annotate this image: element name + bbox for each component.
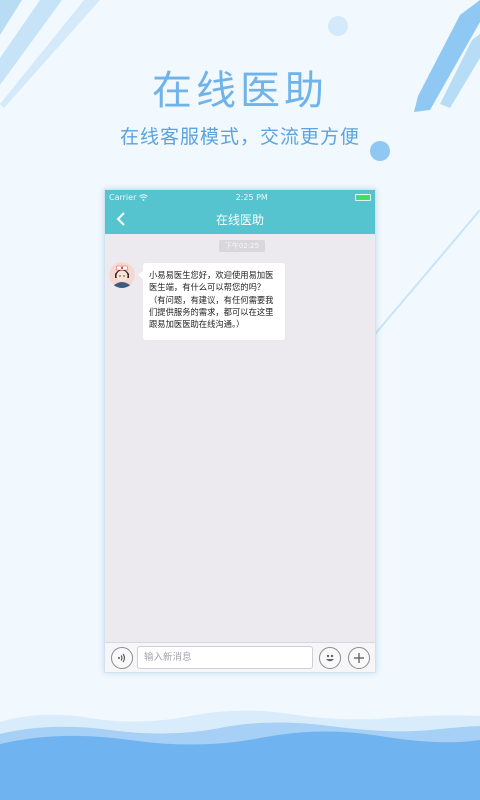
decor-dot-top [328,16,348,36]
decor-right-line [370,210,480,341]
hero-title: 在线医助 [152,68,328,114]
hero-subtitle: 在线客服模式，交流更方便 [119,126,360,148]
plus-icon [354,653,364,663]
message-input[interactable] [137,646,313,669]
chat-timestamp: 下午02:25 [219,240,265,252]
status-bar: Carrier 2:25 PM [105,190,375,204]
voice-button[interactable] [111,647,133,669]
nav-title: 在线医助 [215,212,264,227]
chevron-left-icon [116,212,125,226]
add-button[interactable] [348,647,370,669]
voice-icon [118,653,126,663]
status-time: 2:25 PM [235,192,268,202]
battery-icon [355,193,371,201]
bottom-waves [0,710,480,800]
back-button[interactable] [111,209,131,229]
emoji-button[interactable] [319,647,341,669]
nurse-avatar-icon [109,262,135,288]
phone-screen: Carrier 2:25 PM 在线医助 下午02:25 小易易医生您好，欢迎使… [104,189,376,673]
nurse-avatar[interactable] [109,262,135,288]
wifi-icon [139,193,149,201]
chat-bubble-incoming: 小易易医生您好，欢迎使用易加医医生端，有什么可以帮您的吗？（有问题，有建议，有任… [138,263,285,340]
carrier-label: Carrier [109,192,137,202]
input-bar [105,642,375,672]
smiley-icon [326,654,334,662]
nav-bar: 在线医助 [105,204,375,234]
